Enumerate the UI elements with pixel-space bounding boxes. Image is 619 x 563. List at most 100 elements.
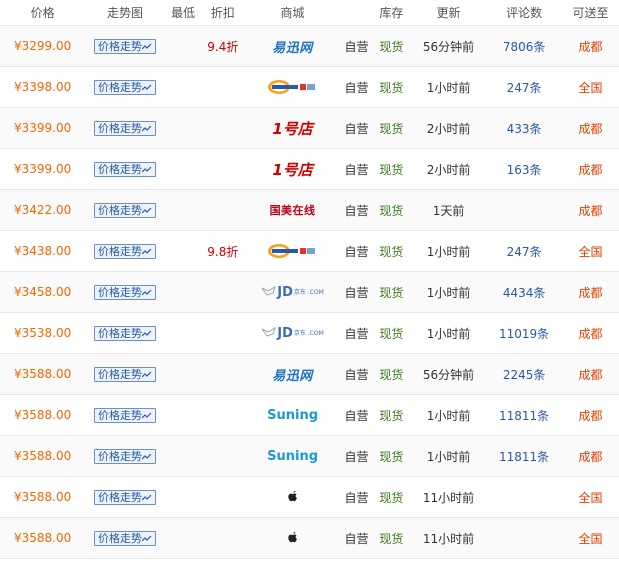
price-value[interactable]: ¥3422.00 xyxy=(14,203,71,217)
trend-line-icon xyxy=(141,491,152,504)
reviews-count-link[interactable]: 7806条 xyxy=(503,40,546,54)
store-cell: 易迅网 xyxy=(244,363,341,385)
header-lowest[interactable]: 最低 xyxy=(165,4,202,21)
ship-to-cell: 成都 xyxy=(562,448,619,465)
price-trend-button[interactable]: 价格走势 xyxy=(93,448,156,464)
trend-cell: 价格走势 xyxy=(85,79,164,95)
reviews-count-link[interactable]: 11019条 xyxy=(499,327,549,341)
reviews-cell: 247条 xyxy=(486,79,562,96)
price-value[interactable]: ¥3588.00 xyxy=(14,449,71,463)
trend-cell: 价格走势 xyxy=(85,448,164,464)
price-cell: ¥3422.00 xyxy=(0,203,85,217)
updated-cell: 1小时前 xyxy=(411,243,487,260)
price-value[interactable]: ¥3588.00 xyxy=(14,408,71,422)
price-value[interactable]: ¥3588.00 xyxy=(14,367,71,381)
self-operated-label: 自营 xyxy=(344,285,369,300)
self-operated-label: 自营 xyxy=(344,80,369,95)
ship-to-cell: 成都 xyxy=(562,38,619,55)
updated-time: 56分钟前 xyxy=(422,39,475,54)
price-value[interactable]: ¥3458.00 xyxy=(14,285,71,299)
discount-value: 9.8折 xyxy=(207,244,239,259)
store-logo-newegg[interactable] xyxy=(267,76,319,98)
price-value[interactable]: ¥3438.00 xyxy=(14,244,71,258)
self-operated-label: 自营 xyxy=(344,326,369,341)
store-logo-apple[interactable] xyxy=(287,527,299,549)
ship-to-value: 成都 xyxy=(578,121,603,136)
table-row: ¥3458.00 价格走势 JD 京东 .COM 自营 现货 1小时前 4434条 成都 xyxy=(0,272,619,313)
store-logo-jd[interactable]: JD 京东 .COM xyxy=(261,281,324,303)
store-logo-yhd[interactable]: 1号店 xyxy=(272,158,312,180)
price-trend-button[interactable]: 价格走势 xyxy=(93,366,156,382)
ship-to-value: 成都 xyxy=(578,367,603,382)
reviews-count-link[interactable]: 2245条 xyxy=(503,368,546,382)
reviews-count-link[interactable]: 433条 xyxy=(507,122,542,136)
updated-cell: 2小时前 xyxy=(411,120,487,137)
jd-dog-icon xyxy=(261,285,277,300)
price-value[interactable]: ¥3538.00 xyxy=(14,326,71,340)
store-logo-suning[interactable]: Suning xyxy=(267,445,318,467)
store-logo-newegg[interactable] xyxy=(267,240,319,262)
store-logo-yhd[interactable]: 1号店 xyxy=(272,117,312,139)
self-operated-label: 自营 xyxy=(344,449,369,464)
store-logo-apple[interactable] xyxy=(287,486,299,508)
price-cell: ¥3399.00 xyxy=(0,121,85,135)
header-discount[interactable]: 折扣 xyxy=(202,4,245,21)
price-trend-button[interactable]: 价格走势 xyxy=(93,161,156,177)
store-logo-jd[interactable]: JD 京东 .COM xyxy=(261,322,324,344)
price-trend-label: 价格走势 xyxy=(97,408,142,422)
self-operated-cell: 自营 xyxy=(341,448,372,465)
price-trend-button[interactable]: 价格走势 xyxy=(93,407,156,423)
price-trend-button[interactable]: 价格走势 xyxy=(93,202,156,218)
yixun-logo-text: 易迅网 xyxy=(272,368,313,384)
self-operated-label: 自营 xyxy=(344,408,369,423)
price-trend-button[interactable]: 价格走势 xyxy=(93,325,156,341)
store-logo-yixun[interactable]: 易迅网 xyxy=(272,35,313,57)
discount-cell: 9.4折 xyxy=(202,38,245,55)
price-value[interactable]: ¥3399.00 xyxy=(14,121,71,135)
newegg-logo xyxy=(267,79,319,95)
price-value[interactable]: ¥3299.00 xyxy=(14,39,71,53)
price-trend-button[interactable]: 价格走势 xyxy=(93,489,156,505)
price-trend-button[interactable]: 价格走势 xyxy=(93,243,156,259)
price-trend-button[interactable]: 价格走势 xyxy=(93,120,156,136)
reviews-count-link[interactable]: 4434条 xyxy=(503,286,546,300)
reviews-count-link[interactable]: 11811条 xyxy=(499,409,549,423)
header-updated[interactable]: 更新 xyxy=(411,4,487,21)
stock-status: 现货 xyxy=(379,531,404,546)
ship-to-value: 成都 xyxy=(578,285,603,300)
stock-status: 现货 xyxy=(379,121,404,136)
stock-cell: 现货 xyxy=(372,284,411,301)
price-value[interactable]: ¥3399.00 xyxy=(14,162,71,176)
jd-dog-icon xyxy=(261,326,277,341)
reviews-count-link[interactable]: 247条 xyxy=(507,245,542,259)
store-cell xyxy=(244,240,341,262)
updated-time: 2小时前 xyxy=(426,121,471,136)
header-price[interactable]: 价格 xyxy=(0,4,85,21)
price-trend-button[interactable]: 价格走势 xyxy=(93,284,156,300)
price-trend-button[interactable]: 价格走势 xyxy=(93,38,156,54)
price-value[interactable]: ¥3588.00 xyxy=(14,490,71,504)
price-trend-button[interactable]: 价格走势 xyxy=(93,530,156,546)
reviews-count-link[interactable]: 163条 xyxy=(507,163,542,177)
store-logo-suning[interactable]: Suning xyxy=(267,404,318,426)
price-value[interactable]: ¥3398.00 xyxy=(14,80,71,94)
store-logo-gome[interactable]: 国美在线 xyxy=(270,199,316,221)
self-operated-cell: 自营 xyxy=(341,243,372,260)
reviews-cell: 11811条 xyxy=(486,407,562,424)
price-value[interactable]: ¥3588.00 xyxy=(14,531,71,545)
header-reviews[interactable]: 评论数 xyxy=(486,4,562,21)
yhd-logo-text: 1号店 xyxy=(272,119,313,138)
reviews-count-link[interactable]: 247条 xyxy=(507,81,542,95)
store-logo-yixun[interactable]: 易迅网 xyxy=(272,363,313,385)
jd-logo-text: JD xyxy=(277,325,293,341)
table-row: ¥3438.00 价格走势 9.8折 自营 现货 1小时前 247条 全国 xyxy=(0,231,619,272)
updated-time: 1小时前 xyxy=(426,244,471,259)
price-trend-button[interactable]: 价格走势 xyxy=(93,79,156,95)
reviews-count-link[interactable]: 11811条 xyxy=(499,450,549,464)
yixun-logo-text: 易迅网 xyxy=(272,40,313,56)
updated-time: 1小时前 xyxy=(426,449,471,464)
table-row: ¥3588.00 价格走势 自营 现货 11小时前 全国 xyxy=(0,518,619,559)
trend-line-icon xyxy=(141,245,152,258)
stock-cell: 现货 xyxy=(372,161,411,178)
updated-cell: 1小时前 xyxy=(411,448,487,465)
